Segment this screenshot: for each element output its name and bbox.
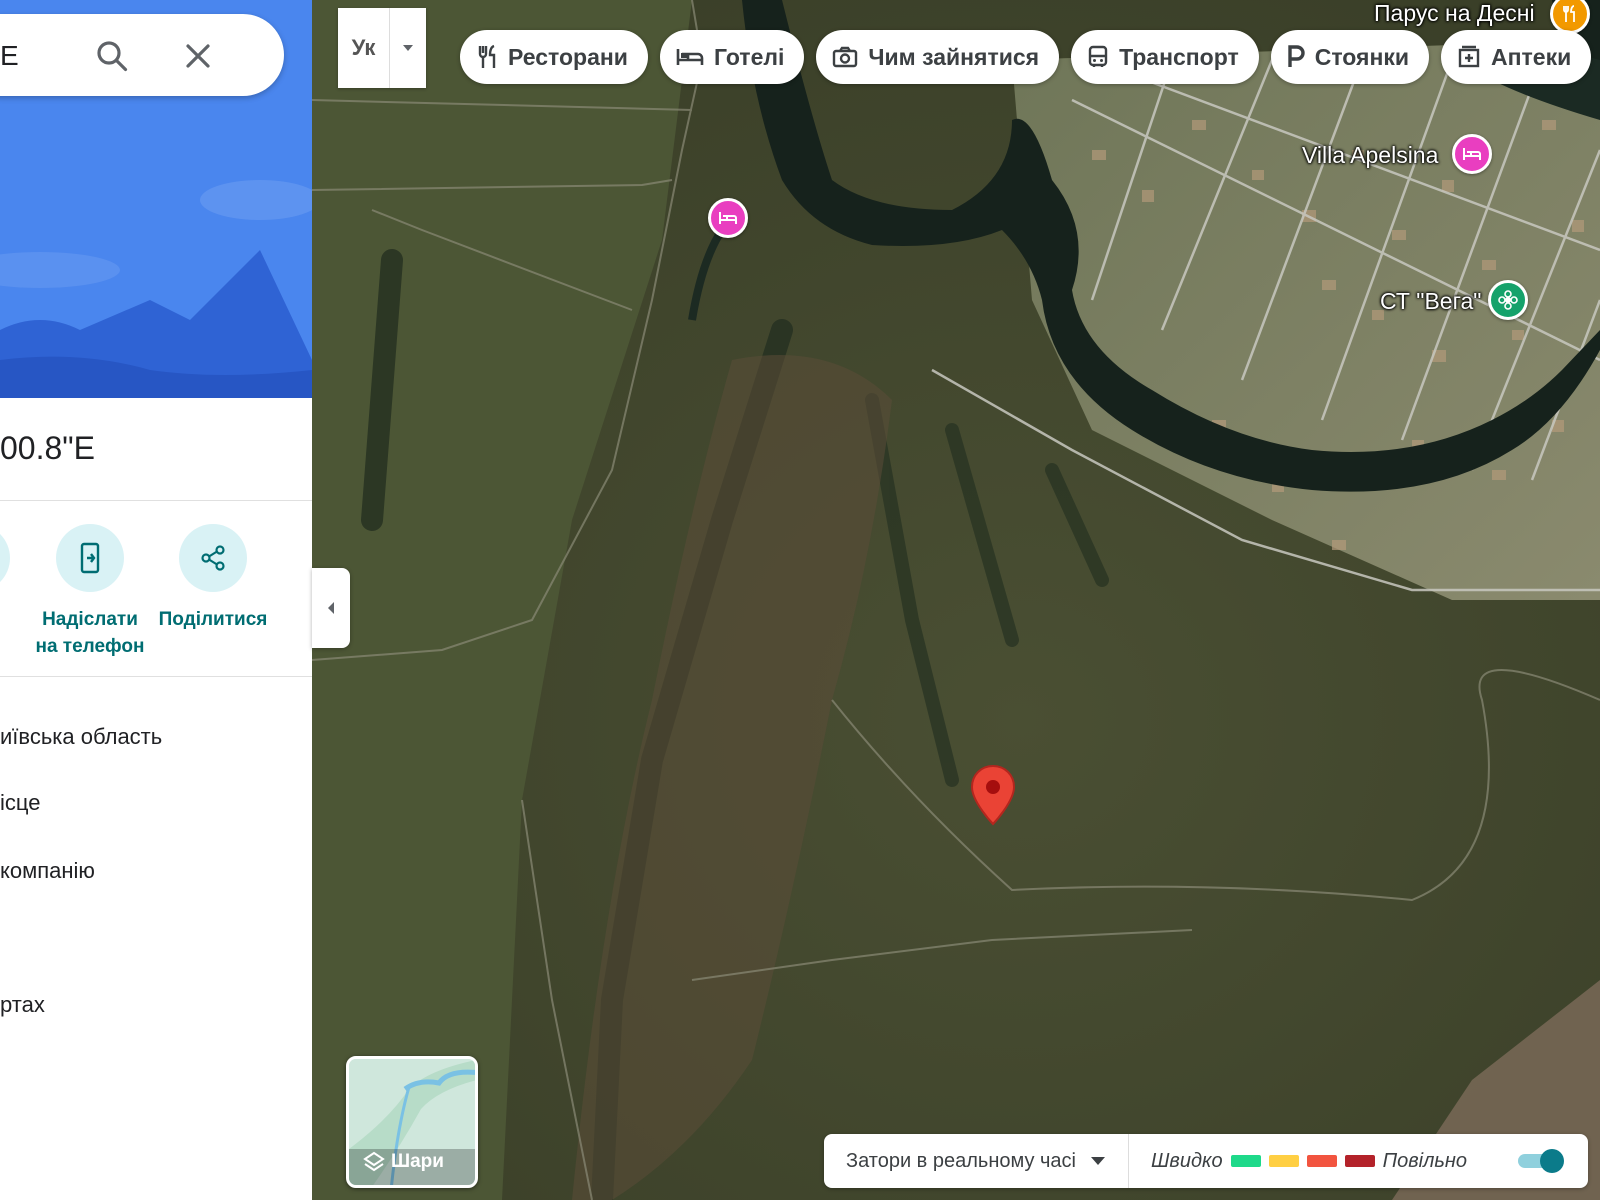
- chip-transport[interactable]: Транспорт: [1071, 30, 1259, 84]
- place-coordinates: 00.8"E: [0, 430, 95, 466]
- traffic-swatch-medium: [1268, 1155, 1299, 1167]
- camera-icon: [833, 46, 858, 68]
- traffic-panel: Затори в реальному часі Швидко Повільно: [824, 1134, 1588, 1188]
- traffic-slow-label: Повільно: [1382, 1149, 1468, 1172]
- poi-label-st-vega[interactable]: СТ "Вега": [1380, 288, 1481, 315]
- search-box[interactable]: E: [0, 14, 284, 96]
- send-to-phone-button[interactable]: Надіслати на телефон: [25, 524, 155, 660]
- traffic-fast-label: Швидко: [1151, 1149, 1223, 1172]
- traffic-swatch-slow: [1306, 1155, 1337, 1167]
- send-to-phone-icon: [56, 524, 124, 592]
- park-pin-icon[interactable]: [1488, 280, 1528, 320]
- chip-pharmacies[interactable]: Аптеки: [1441, 30, 1592, 84]
- partial-icon: [0, 524, 10, 592]
- fork-knife-icon: [478, 44, 496, 68]
- layers-icon: [363, 1151, 385, 1172]
- chip-restaurants[interactable]: Ресторани: [460, 30, 648, 84]
- chip-parking[interactable]: Стоянки: [1270, 30, 1430, 84]
- layers-label: Шари: [391, 1151, 444, 1172]
- chip-hotels[interactable]: Готелі: [659, 30, 805, 84]
- pharmacy-icon: [1458, 45, 1480, 68]
- traffic-legend: Швидко Повільно: [1129, 1150, 1489, 1173]
- language-selector[interactable]: Ук: [338, 8, 426, 88]
- menu-item-company[interactable]: компанію: [0, 858, 95, 884]
- bed-icon: [676, 49, 704, 65]
- side-panel: E 00.8"E у Надіслатина телефон Поділитис…: [0, 0, 312, 1200]
- chevron-down-icon: [1091, 1157, 1105, 1165]
- chip-label: Стоянки: [1314, 43, 1410, 70]
- chip-label: Аптеки: [1491, 43, 1572, 70]
- traffic-swatch-fast: [1230, 1155, 1261, 1167]
- action-label: Надіслати на телефон: [35, 609, 145, 657]
- share-icon: [179, 524, 247, 592]
- divider: [0, 500, 312, 501]
- traffic-swatch-very-slow: [1344, 1155, 1375, 1167]
- chip-label: Транспорт: [1119, 43, 1239, 70]
- search-icon[interactable]: [92, 36, 132, 76]
- menu-item-place[interactable]: ісце: [0, 790, 40, 816]
- bus-icon: [1088, 45, 1108, 67]
- search-input[interactable]: E: [0, 40, 19, 72]
- layers-label-wrap: Шари: [363, 1151, 444, 1173]
- menu-item-region[interactable]: иївська область: [0, 724, 162, 750]
- chip-label: Готелі: [713, 43, 785, 70]
- traffic-toggle[interactable]: [1516, 1148, 1566, 1174]
- traffic-dropdown-label: Затори в реальному часі: [846, 1149, 1076, 1172]
- hotel-pin-icon[interactable]: [1452, 134, 1492, 174]
- satellite-imagery: [312, 0, 1600, 1200]
- parking-icon: [1288, 45, 1305, 67]
- close-icon[interactable]: [178, 36, 218, 76]
- action-label: Поділитися: [158, 609, 268, 630]
- category-chips: Ресторани Готелі Чим зайнятися Транспорт…: [460, 30, 1592, 84]
- menu-item-maps[interactable]: ртах: [0, 992, 45, 1018]
- language-code: Ук: [338, 8, 390, 88]
- place-hero-image: E: [0, 0, 312, 398]
- divider: [0, 676, 312, 677]
- hotel-pin-icon[interactable]: [708, 198, 748, 238]
- chevron-left-icon: [328, 602, 334, 614]
- collapse-panel-button[interactable]: [312, 568, 350, 648]
- poi-label-villa-apelsina[interactable]: Villa Apelsina: [1302, 142, 1438, 169]
- chip-things-to-do[interactable]: Чим зайнятися: [816, 30, 1060, 84]
- satellite-map[interactable]: Парус на Десні Villa Apelsina СТ "Вега": [312, 0, 1600, 1200]
- location-pin-icon[interactable]: [970, 764, 1016, 826]
- chevron-down-icon: [390, 8, 426, 88]
- poi-label-parus[interactable]: Парус на Десні: [1374, 0, 1535, 27]
- chip-label: Чим зайнятися: [868, 43, 1040, 70]
- chip-label: Ресторани: [508, 43, 628, 70]
- layers-button[interactable]: Шари: [346, 1056, 478, 1188]
- traffic-dropdown[interactable]: Затори в реальному часі: [824, 1134, 1129, 1188]
- share-button[interactable]: Поділитися: [148, 524, 278, 633]
